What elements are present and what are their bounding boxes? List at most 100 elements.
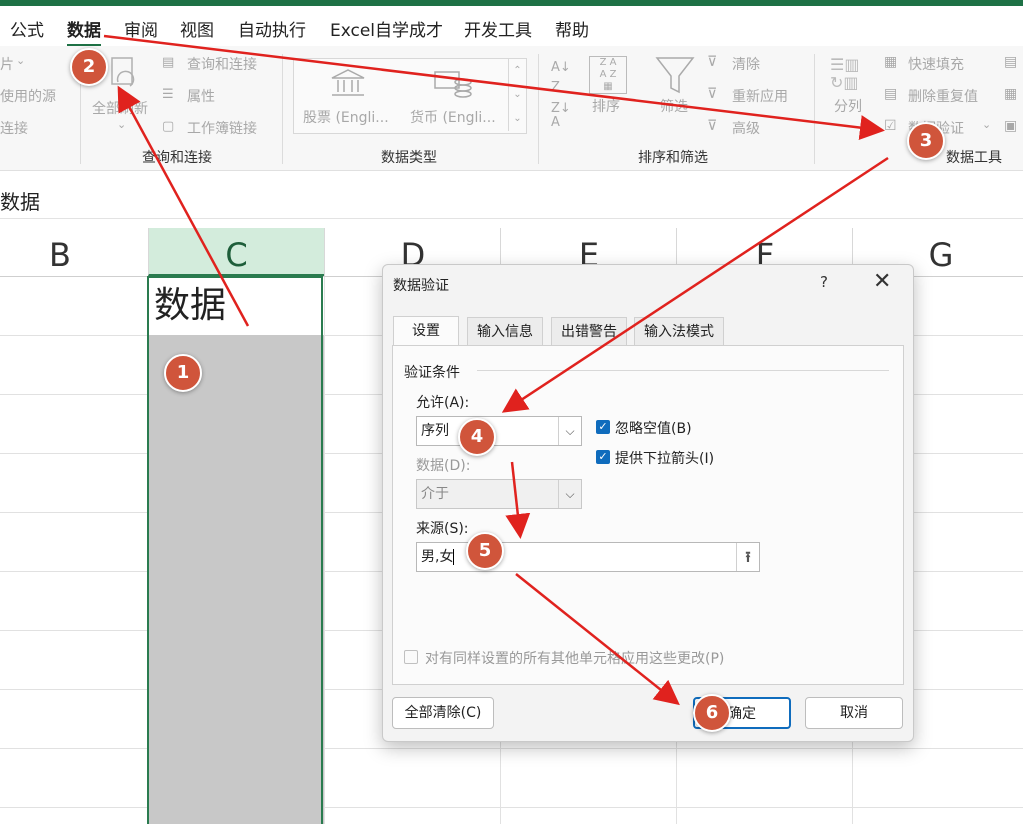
column-header-c[interactable]: C — [148, 228, 324, 276]
data-validation-icon: ☑ — [884, 118, 897, 134]
column-line — [324, 277, 325, 824]
currency-data-type[interactable]: 货币 (Engli... — [410, 107, 496, 127]
dialog-title: 数据验证 — [393, 278, 449, 294]
data-select-value: 介于 — [421, 486, 449, 502]
step-badge-4: 4 — [458, 418, 496, 456]
step-badge-1: 1 — [164, 354, 202, 392]
tab-developer[interactable]: 开发工具 — [464, 16, 532, 41]
group-label-queries: 查询和连接 — [142, 150, 212, 166]
remove-duplicates-button[interactable]: 删除重复值 — [908, 86, 978, 106]
text-to-columns-button[interactable]: 分列 — [834, 96, 862, 116]
clear-all-button[interactable]: 全部清除(C) — [392, 697, 494, 729]
consolidate-icon[interactable]: ▤ — [1004, 54, 1017, 70]
group-label-sort-filter: 排序和筛选 — [638, 150, 708, 166]
ignore-blank-checkbox[interactable]: ✓ — [596, 420, 610, 434]
section-divider — [477, 370, 889, 371]
tab-view[interactable]: 视图 — [180, 16, 214, 41]
reapply-button[interactable]: 重新应用 — [732, 86, 788, 106]
ribbon-tabs: 公式 数据 审阅 视图 自动执行 Excel自学成才 开发工具 帮助 — [0, 6, 1023, 47]
text-to-columns-icon: ☰▥ ↻▥ — [830, 55, 860, 92]
step-badge-5: 5 — [466, 532, 504, 570]
group-label-data-types: 数据类型 — [381, 150, 437, 166]
filter-button[interactable]: 筛选 — [660, 96, 688, 116]
tab-input-message[interactable]: 输入信息 — [467, 317, 543, 346]
reapply-icon: ⊽ — [707, 86, 718, 102]
allow-select[interactable]: 序列 ⌵ — [416, 416, 582, 446]
collapse-dialog-icon[interactable]: ⭱ — [736, 543, 759, 571]
close-icon[interactable]: ✕ — [873, 269, 891, 294]
chevron-down-icon: ⌄ — [982, 118, 992, 131]
tab-data[interactable]: 数据 — [67, 16, 101, 41]
remove-duplicates-icon: ▤ — [884, 86, 898, 102]
formula-bar[interactable]: 数据 — [0, 180, 1023, 219]
refresh-icon — [111, 57, 135, 87]
step-badge-3: 3 — [907, 122, 945, 160]
bank-icon — [331, 69, 365, 96]
existing-connections-button[interactable]: 连接 — [0, 118, 28, 138]
ribbon-separator — [538, 54, 539, 164]
flash-fill-button[interactable]: 快速填充 — [908, 54, 964, 74]
chevron-down-icon: ⌵ — [558, 417, 581, 445]
gallery-scroll[interactable]: ⌃ ⌄ ⌄ — [508, 59, 526, 131]
text-cursor — [453, 549, 455, 565]
source-input-value: 男,女 — [421, 549, 454, 565]
tab-excel-self-study[interactable]: Excel自学成才 — [330, 16, 443, 41]
settings-panel: 验证条件 允许(A): 序列 ⌵ ✓ 忽略空值(B) ✓ 提供下拉箭头(I) 数… — [392, 345, 904, 685]
sort-button[interactable]: 排序 — [592, 96, 620, 116]
data-validation-dialog: 数据验证 ? ✕ 设置 输入信息 出错警告 输入法模式 验证条件 允许(A): … — [382, 264, 914, 742]
tab-review[interactable]: 审阅 — [124, 16, 158, 41]
tab-help[interactable]: 帮助 — [555, 16, 589, 41]
stocks-data-type[interactable]: 股票 (Engli... — [303, 107, 389, 127]
sort-za-icon[interactable]: Z↓ A — [551, 102, 571, 130]
allow-label: 允许(A): — [416, 395, 470, 411]
manage-data-model-icon[interactable]: ▣ — [1004, 118, 1017, 134]
get-data-item-1[interactable]: 片 — [0, 54, 14, 74]
ribbon-separator — [282, 54, 283, 164]
workbook-links-icon: ▢ — [162, 119, 175, 134]
chevron-down-icon: ⌄ — [16, 54, 26, 67]
allow-select-value: 序列 — [421, 423, 449, 439]
sort-icon: Z AA Z ▦ — [589, 56, 627, 94]
flash-fill-icon: ▦ — [884, 54, 898, 70]
ribbon-separator — [814, 54, 815, 164]
dropdown-checkbox[interactable]: ✓ — [596, 450, 610, 464]
advanced-filter-icon: ⊽ — [707, 118, 718, 134]
chevron-down-icon: ⌄ — [117, 118, 127, 131]
currency-icon — [434, 71, 472, 98]
table-icon: ▤ — [162, 55, 175, 70]
validation-criteria-label: 验证条件 — [404, 365, 460, 381]
step-badge-6: 6 — [693, 694, 731, 732]
column-header-b[interactable]: B — [0, 228, 148, 276]
apply-all-checkbox — [404, 650, 418, 664]
sort-az-icon[interactable]: A↓ Z — [551, 58, 571, 98]
source-label: 来源(S): — [416, 521, 469, 537]
filter-icon — [655, 57, 695, 94]
step-badge-2: 2 — [70, 48, 108, 86]
clear-filter-icon: ⊽ — [707, 54, 718, 70]
workbook-links-button[interactable]: 工作簿链接 — [187, 118, 257, 138]
advanced-button[interactable]: 高级 — [732, 118, 760, 138]
tab-error-alert[interactable]: 出错警告 — [551, 317, 627, 346]
help-button[interactable]: ? — [820, 273, 828, 291]
tab-ime-mode[interactable]: 输入法模式 — [634, 317, 724, 346]
apply-all-label: 对有同样设置的所有其他单元格应用这些更改(P) — [425, 651, 725, 667]
tab-formulas[interactable]: 公式 — [10, 16, 44, 41]
cancel-button[interactable]: 取消 — [805, 697, 903, 729]
tab-automate[interactable]: 自动执行 — [238, 16, 306, 41]
properties-button[interactable]: 属性 — [187, 86, 215, 106]
data-select: 介于 ⌵ — [416, 479, 582, 509]
recent-sources-button[interactable]: 使用的源 — [0, 86, 56, 106]
data-label: 数据(D): — [416, 458, 471, 474]
chevron-down-icon: ⌵ — [558, 480, 581, 508]
refresh-all-button[interactable]: 全部刷新 — [92, 98, 148, 118]
properties-icon: ☰ — [162, 87, 174, 102]
queries-connections-button[interactable]: 查询和连接 — [187, 54, 257, 74]
group-label-data-tools: 数据工具 — [946, 150, 1002, 166]
formula-bar-content[interactable]: 数据 — [0, 186, 40, 215]
ribbon: 片 ⌄ 使用的源 连接 全部刷新 ⌄ ▤ 查询和连接 ☰ 属性 ▢ 工作簿链接 … — [0, 46, 1023, 171]
tab-settings[interactable]: 设置 — [393, 316, 459, 347]
relationships-icon[interactable]: ▦ — [1004, 86, 1017, 102]
ignore-blank-label: 忽略空值(B) — [615, 421, 692, 437]
dropdown-label: 提供下拉箭头(I) — [615, 451, 715, 467]
clear-button[interactable]: 清除 — [732, 54, 760, 74]
